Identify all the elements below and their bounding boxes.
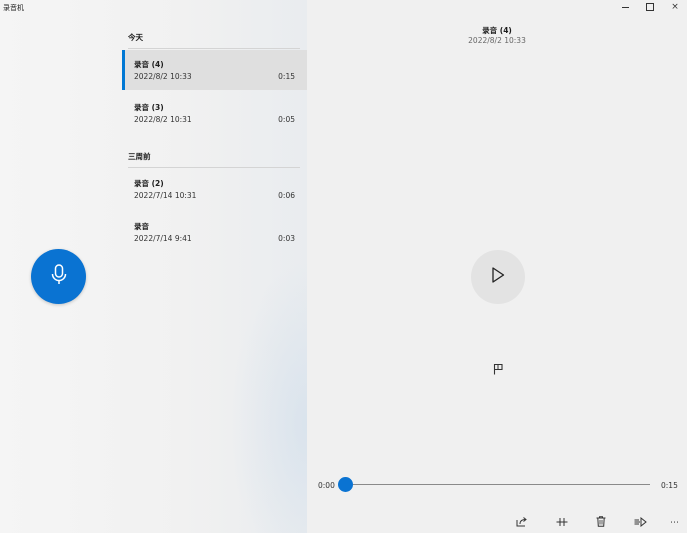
- recording-item[interactable]: 录音 (2) 2022/7/14 10:31 0:06: [122, 169, 307, 209]
- recording-item[interactable]: 录音 (3) 2022/8/2 10:31 0:05: [122, 93, 307, 133]
- play-icon: [491, 267, 505, 287]
- recording-date: 2022/8/2 10:31: [134, 115, 192, 124]
- record-button[interactable]: [31, 249, 86, 304]
- recording-duration: 0:15: [278, 72, 295, 81]
- recording-name: 录音 (3): [134, 103, 164, 112]
- recording-item[interactable]: 录音 (4) 2022/8/2 10:33 0:15: [122, 50, 307, 90]
- more-button[interactable]: ⋯: [667, 516, 683, 530]
- section-header-today: 今天: [128, 32, 300, 49]
- recording-name: 录音 (2): [134, 179, 164, 188]
- play-button[interactable]: [471, 250, 525, 304]
- flag-icon: [493, 360, 504, 379]
- current-time: 0:00: [318, 481, 335, 490]
- trim-button[interactable]: [554, 516, 570, 530]
- seek-thumb[interactable]: [338, 477, 353, 492]
- seek-bar[interactable]: [345, 484, 650, 485]
- trim-icon: [556, 517, 568, 530]
- speed-icon: [634, 516, 647, 530]
- recording-duration: 0:05: [278, 115, 295, 124]
- recording-date: 2022/7/14 9:41: [134, 234, 192, 243]
- share-button[interactable]: [514, 516, 530, 530]
- add-marker-button[interactable]: [491, 362, 505, 376]
- recording-timestamp: 2022/8/2 10:33: [468, 36, 526, 45]
- playback-area: 录音 (4) 2022/8/2 10:33 0:00 0:15 ⋯: [307, 0, 687, 533]
- section-header-three-weeks-ago: 三周前: [128, 151, 300, 168]
- microphone-icon: [50, 263, 68, 290]
- recording-name: 录音: [134, 222, 149, 231]
- recording-date: 2022/8/2 10:33: [134, 72, 192, 81]
- recording-date: 2022/7/14 10:31: [134, 191, 197, 200]
- share-icon: [516, 516, 528, 530]
- total-time: 0:15: [661, 481, 678, 490]
- delete-icon: [596, 516, 606, 530]
- playback-speed-button[interactable]: [632, 516, 648, 530]
- app-title: 录音机: [3, 4, 24, 12]
- recording-duration: 0:06: [278, 191, 295, 200]
- recording-item[interactable]: 录音 2022/7/14 9:41 0:03: [122, 212, 307, 252]
- recording-name: 录音 (4): [134, 60, 164, 69]
- recording-duration: 0:03: [278, 234, 295, 243]
- more-icon: ⋯: [670, 518, 680, 528]
- recording-title: 录音 (4): [482, 26, 512, 35]
- delete-button[interactable]: [593, 516, 609, 530]
